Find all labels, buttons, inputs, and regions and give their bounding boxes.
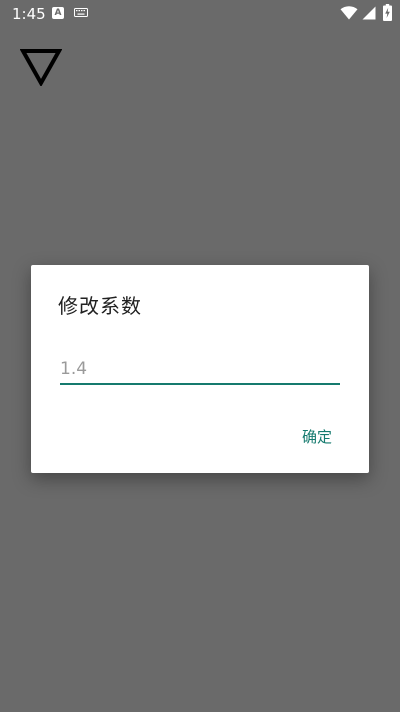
- wifi-icon: [340, 6, 358, 20]
- keyboard-icon: [74, 8, 88, 17]
- status-time: 1:45: [12, 5, 46, 23]
- dialog-title: 修改系数: [58, 294, 142, 318]
- edit-coefficient-dialog: 修改系数 确定: [31, 265, 369, 473]
- coefficient-input[interactable]: [60, 355, 340, 385]
- signal-icon: [362, 6, 376, 20]
- triangle-down-icon: [20, 49, 62, 86]
- status-bar: 1:45 A: [0, 0, 400, 28]
- a-notification-icon: A: [52, 7, 64, 19]
- battery-charging-icon: [383, 4, 392, 21]
- confirm-button[interactable]: 确定: [289, 421, 345, 453]
